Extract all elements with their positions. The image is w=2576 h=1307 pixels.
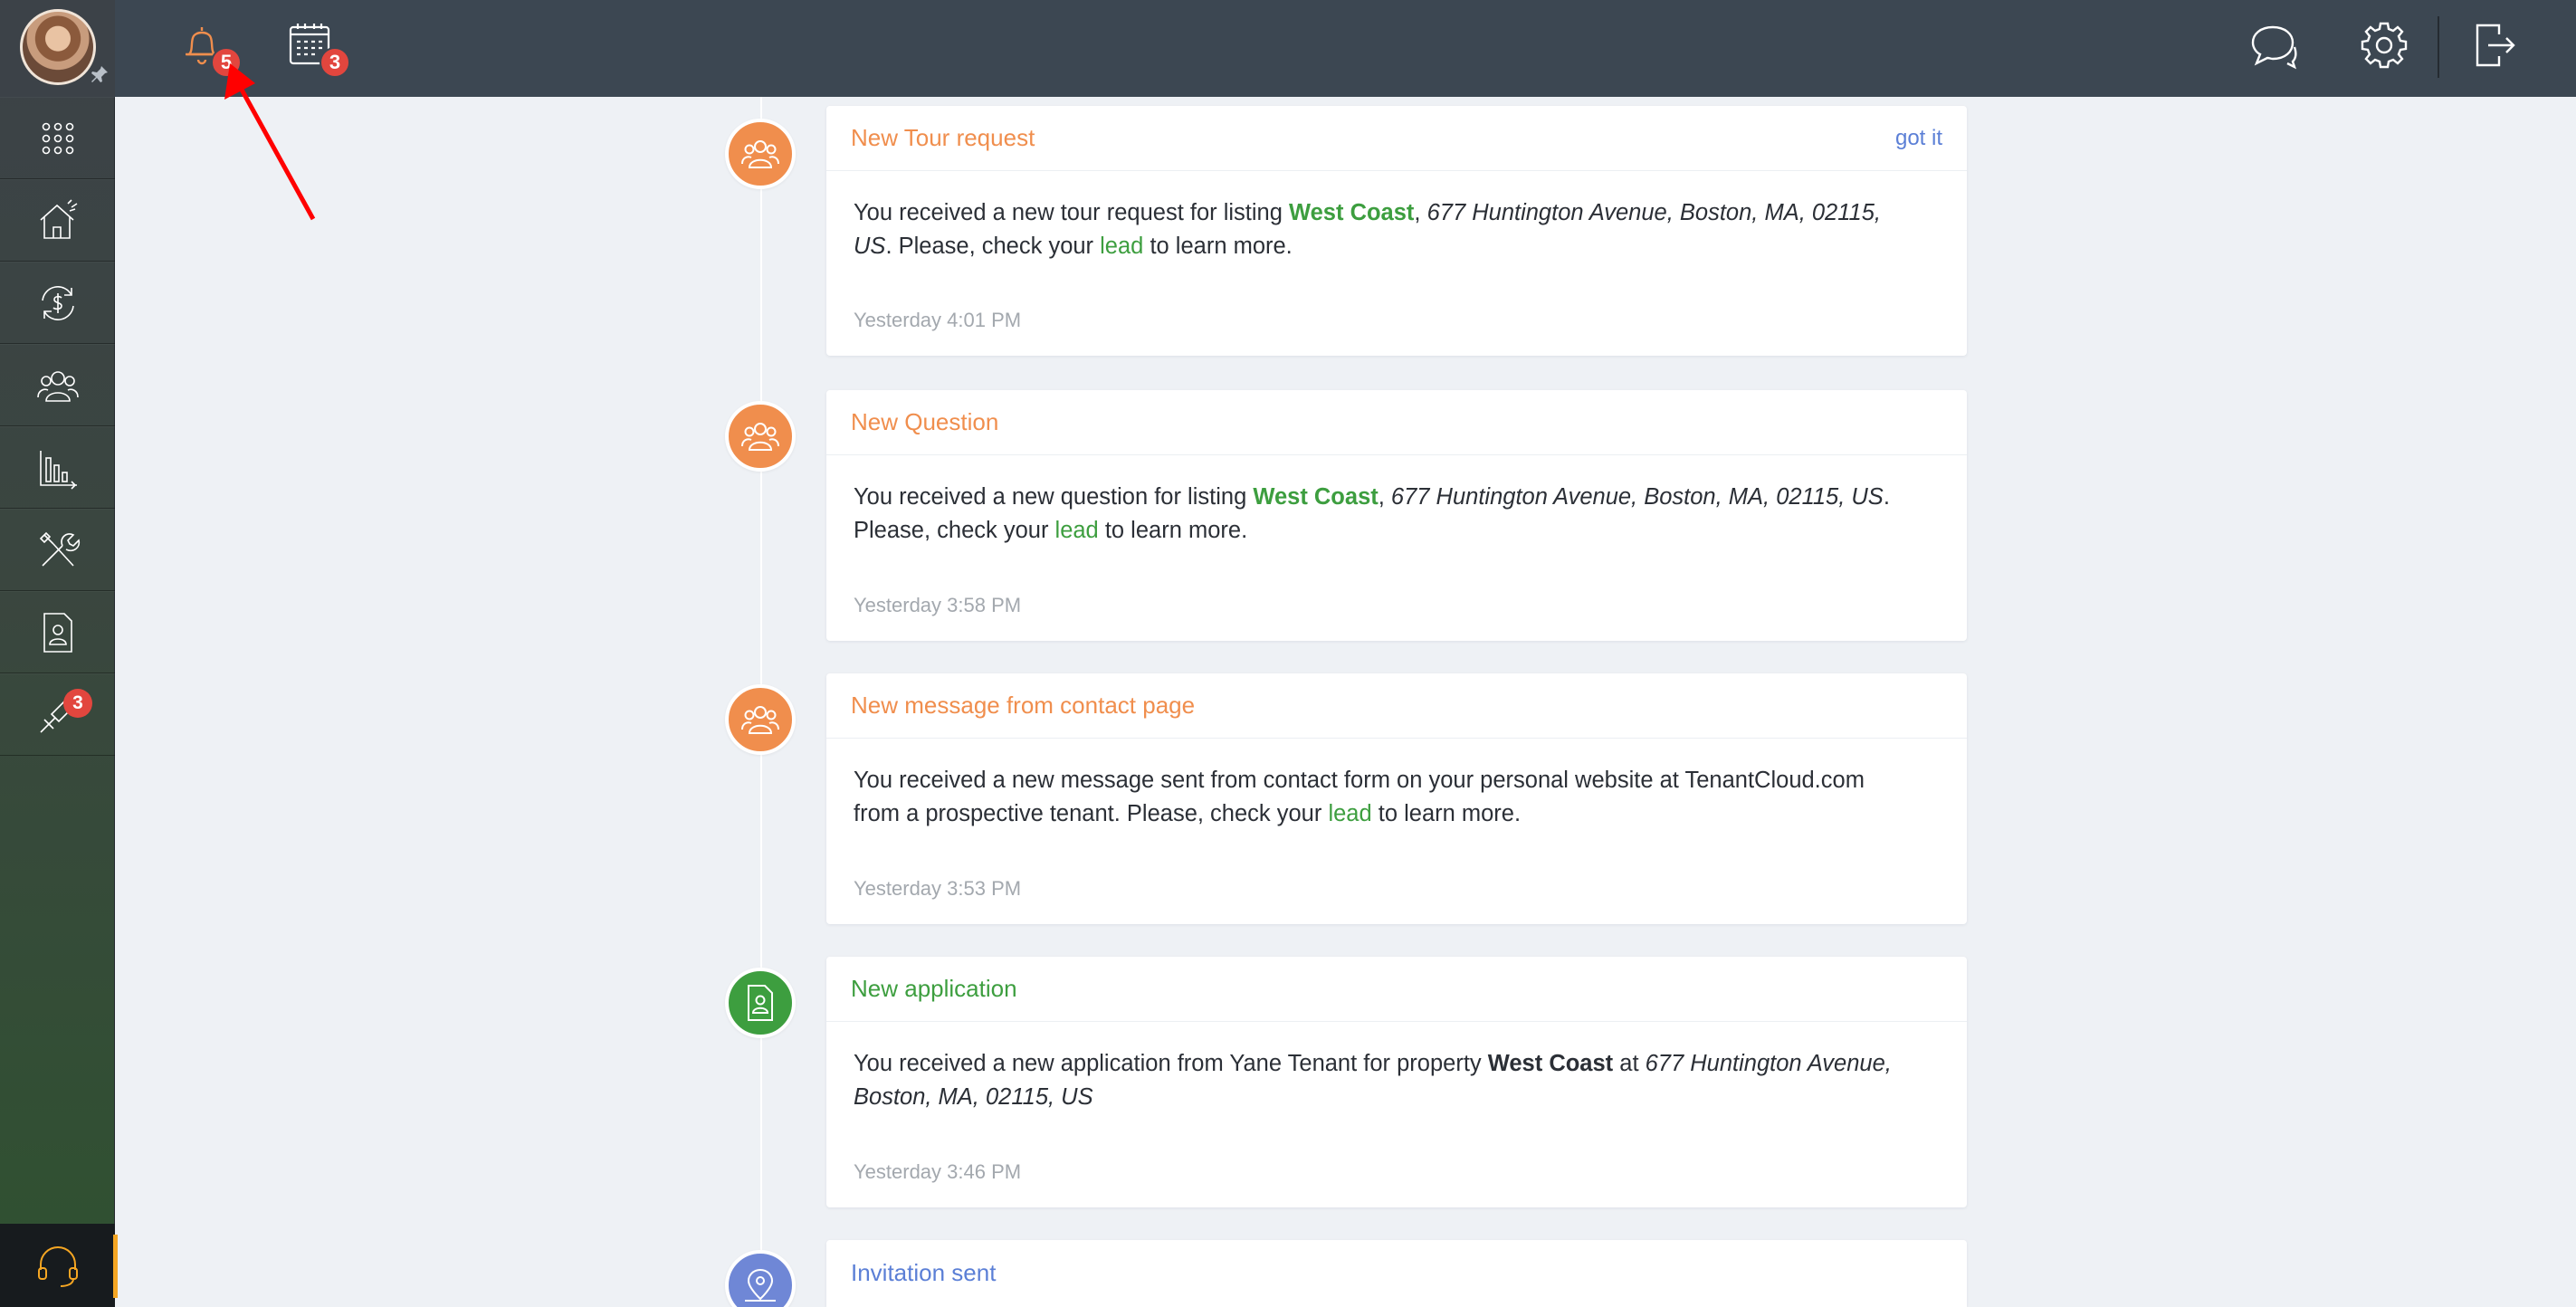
got-it-link[interactable]: got it xyxy=(1895,106,1942,171)
avatar[interactable] xyxy=(20,9,96,85)
listing-name[interactable]: West Coast xyxy=(1253,484,1378,510)
pin-icon[interactable] xyxy=(89,63,110,85)
sidebar-item-people[interactable] xyxy=(0,344,115,426)
sidebar-item-apps[interactable] xyxy=(0,97,115,179)
notification-card: New Question You received a new question… xyxy=(826,390,1967,641)
timeline-icon xyxy=(725,1250,796,1307)
apps-grid-icon xyxy=(42,122,73,154)
card-header: New application xyxy=(826,957,1967,1022)
property-name: West Coast xyxy=(1487,1051,1614,1076)
timeline-icon xyxy=(725,684,796,755)
chat-icon xyxy=(2251,25,2297,70)
logout-button[interactable] xyxy=(2468,20,2519,71)
location-pin-icon xyxy=(745,1268,776,1302)
logout-icon xyxy=(2476,24,2515,67)
reports-icon xyxy=(39,450,77,490)
headset-icon xyxy=(37,1246,78,1287)
avatar-area xyxy=(0,0,115,97)
maintenance-icon xyxy=(39,531,80,567)
lead-link[interactable]: lead xyxy=(1328,801,1371,826)
people-icon xyxy=(741,706,779,734)
properties-icon xyxy=(39,198,77,239)
lead-link[interactable]: lead xyxy=(1100,234,1143,259)
application-document-icon xyxy=(748,985,773,1021)
sidebar-item-maintenance[interactable] xyxy=(0,509,115,591)
annotation-arrow xyxy=(224,63,316,221)
notification-card: New Tour request got it You received a n… xyxy=(826,106,1967,356)
sidebar-item-accounting[interactable] xyxy=(0,262,115,344)
card-timestamp: Yesterday 3:53 PM xyxy=(854,877,1022,900)
card-header: New message from contact page xyxy=(826,673,1967,739)
sidebar-item-properties[interactable] xyxy=(0,179,115,262)
notification-card: New message from contact page You receiv… xyxy=(826,673,1967,924)
sidebar-item-applications[interactable] xyxy=(0,591,115,673)
listing-name[interactable]: West Coast xyxy=(1289,200,1414,225)
card-message: You received a new application from Yane… xyxy=(854,1051,1892,1110)
tools-badge: 3 xyxy=(63,689,92,718)
card-message: You received a new tour request for list… xyxy=(854,200,1881,259)
people-icon xyxy=(741,140,779,168)
card-message: You received a new message sent from con… xyxy=(854,768,1865,826)
applications-icon xyxy=(43,612,72,653)
people-icon xyxy=(36,370,79,402)
card-message: You received a new question for listing … xyxy=(854,484,1890,543)
timeline-icon xyxy=(725,401,796,472)
topbar-divider xyxy=(2438,16,2439,78)
timeline-icon xyxy=(725,968,796,1038)
sidebar: 3 xyxy=(0,0,118,1307)
card-title: New Tour request xyxy=(851,124,1035,151)
lead-link[interactable]: lead xyxy=(1055,518,1099,543)
people-icon xyxy=(741,423,779,451)
gear-icon xyxy=(2361,22,2408,69)
notification-card: New application You received a new appli… xyxy=(826,957,1967,1207)
timeline-icon xyxy=(725,119,796,189)
card-title: New application xyxy=(851,975,1017,1002)
topbar: 5 3 xyxy=(115,0,2576,97)
card-timestamp: Yesterday 4:01 PM xyxy=(854,309,1022,331)
support-button[interactable] xyxy=(0,1224,118,1307)
card-title: Invitation sent xyxy=(851,1258,997,1286)
settings-button[interactable] xyxy=(2359,20,2409,71)
card-header: Invitation sent xyxy=(826,1240,1967,1305)
card-timestamp: Yesterday 3:58 PM xyxy=(854,594,1022,616)
messages-button[interactable] xyxy=(2249,20,2300,71)
accounting-icon xyxy=(41,285,74,320)
notification-card: Invitation sent xyxy=(826,1240,1967,1307)
sidebar-item-reports[interactable] xyxy=(0,426,115,509)
listing-address: 677 Huntington Avenue, Boston, MA, 02115… xyxy=(1390,484,1884,510)
sidebar-item-tools[interactable]: 3 xyxy=(0,673,115,756)
card-header: New Tour request got it xyxy=(826,106,1967,171)
card-title: New message from contact page xyxy=(851,692,1196,719)
card-header: New Question xyxy=(826,390,1967,455)
card-timestamp: Yesterday 3:46 PM xyxy=(854,1160,1022,1183)
card-title: New Question xyxy=(851,408,999,435)
